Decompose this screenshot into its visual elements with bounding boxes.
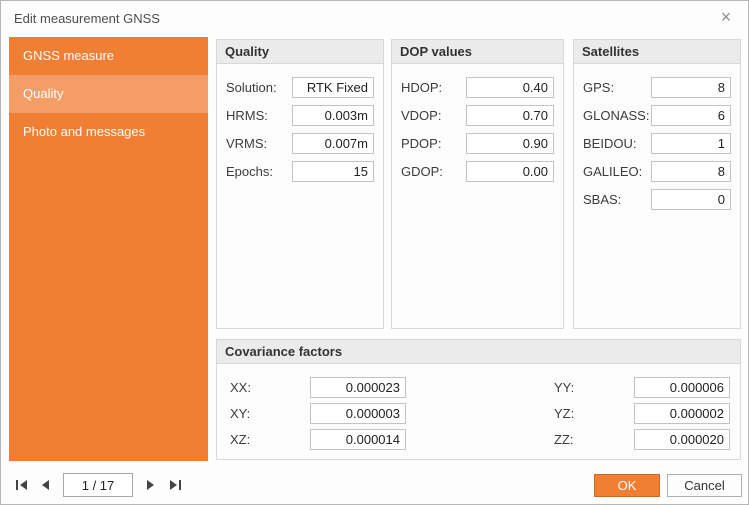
last-page-icon [169, 479, 182, 491]
epochs-input[interactable] [292, 161, 374, 182]
epochs-label: Epochs: [226, 164, 273, 179]
beidou-input[interactable] [651, 133, 731, 154]
xx-input[interactable] [310, 377, 406, 398]
covariance-right-column: YY: YZ: ZZ: [554, 377, 730, 455]
gdop-row: GDOP: [401, 161, 554, 182]
pdop-row: PDOP: [401, 133, 554, 154]
xx-row: XX: [230, 377, 406, 398]
previous-page-button[interactable] [33, 473, 57, 497]
xz-input[interactable] [310, 429, 406, 450]
beidou-label: BEIDOU: [583, 136, 636, 151]
satellites-panel-title: Satellites [574, 40, 740, 64]
hdop-input[interactable] [466, 77, 554, 98]
pagination [9, 473, 187, 497]
cancel-button[interactable]: Cancel [667, 474, 742, 497]
galileo-row: GALILEO: [583, 161, 731, 182]
solution-row: Solution: [226, 77, 374, 98]
sidebar-item-quality[interactable]: Quality [9, 75, 208, 113]
xy-row: XY: [230, 403, 406, 424]
gps-input[interactable] [651, 77, 731, 98]
covariance-left-column: XX: XY: XZ: [230, 377, 406, 455]
sbas-input[interactable] [651, 189, 731, 210]
covariance-factors-panel: Covariance factors XX: XY: XZ: YY: [216, 339, 741, 460]
first-page-button[interactable] [9, 473, 33, 497]
page-indicator-input[interactable] [63, 473, 133, 497]
quality-panel-title: Quality [217, 40, 383, 64]
glonass-row: GLONASS: [583, 105, 731, 126]
sidebar-item-photo-and-messages[interactable]: Photo and messages [9, 113, 208, 151]
pdop-label: PDOP: [401, 136, 441, 151]
xx-label: XX: [230, 380, 251, 395]
dialog-title: Edit measurement GNSS [14, 11, 160, 26]
xz-label: XZ: [230, 432, 250, 447]
vrms-label: VRMS: [226, 136, 267, 151]
ok-button[interactable]: OK [594, 474, 660, 497]
solution-input[interactable] [292, 77, 374, 98]
epochs-row: Epochs: [226, 161, 374, 182]
xy-input[interactable] [310, 403, 406, 424]
vrms-input[interactable] [292, 133, 374, 154]
sbas-label: SBAS: [583, 192, 621, 207]
galileo-label: GALILEO: [583, 164, 642, 179]
dop-values-panel: DOP values HDOP: VDOP: PDOP: GDOP: [391, 39, 564, 329]
zz-input[interactable] [634, 429, 730, 450]
hdop-row: HDOP: [401, 77, 554, 98]
yy-label: YY: [554, 380, 574, 395]
gps-row: GPS: [583, 77, 731, 98]
hrms-label: HRMS: [226, 108, 268, 123]
gdop-label: GDOP: [401, 164, 443, 179]
sbas-row: SBAS: [583, 189, 731, 210]
covariance-factors-panel-title: Covariance factors [217, 340, 740, 364]
hdop-label: HDOP: [401, 80, 442, 95]
dop-values-panel-title: DOP values [392, 40, 563, 64]
vrms-row: VRMS: [226, 133, 374, 154]
titlebar: Edit measurement GNSS × [1, 1, 748, 35]
pdop-input[interactable] [466, 133, 554, 154]
hrms-row: HRMS: [226, 105, 374, 126]
yz-input[interactable] [634, 403, 730, 424]
glonass-input[interactable] [651, 105, 731, 126]
xz-row: XZ: [230, 429, 406, 450]
hrms-input[interactable] [292, 105, 374, 126]
vdop-input[interactable] [466, 105, 554, 126]
glonass-label: GLONASS: [583, 108, 649, 123]
next-page-icon [145, 479, 157, 491]
next-page-button[interactable] [139, 473, 163, 497]
yz-label: YZ: [554, 406, 574, 421]
beidou-row: BEIDOU: [583, 133, 731, 154]
solution-label: Solution: [226, 80, 277, 95]
vdop-row: VDOP: [401, 105, 554, 126]
yy-row: YY: [554, 377, 730, 398]
edit-measurement-gnss-dialog: Edit measurement GNSS × GNSS measure Qua… [0, 0, 749, 505]
previous-page-icon [39, 479, 51, 491]
yy-input[interactable] [634, 377, 730, 398]
satellites-panel: Satellites GPS: GLONASS: BEIDOU: GALILEO… [573, 39, 741, 329]
gps-label: GPS: [583, 80, 614, 95]
zz-label: ZZ: [554, 432, 574, 447]
gdop-input[interactable] [466, 161, 554, 182]
galileo-input[interactable] [651, 161, 731, 182]
quality-panel: Quality Solution: HRMS: VRMS: Epochs: [216, 39, 384, 329]
zz-row: ZZ: [554, 429, 730, 450]
yz-row: YZ: [554, 403, 730, 424]
first-page-icon [15, 479, 28, 491]
sidebar: GNSS measure Quality Photo and messages [9, 37, 208, 461]
vdop-label: VDOP: [401, 108, 441, 123]
close-icon[interactable]: × [716, 7, 736, 27]
xy-label: XY: [230, 406, 250, 421]
sidebar-item-gnss-measure[interactable]: GNSS measure [9, 37, 208, 75]
last-page-button[interactable] [163, 473, 187, 497]
